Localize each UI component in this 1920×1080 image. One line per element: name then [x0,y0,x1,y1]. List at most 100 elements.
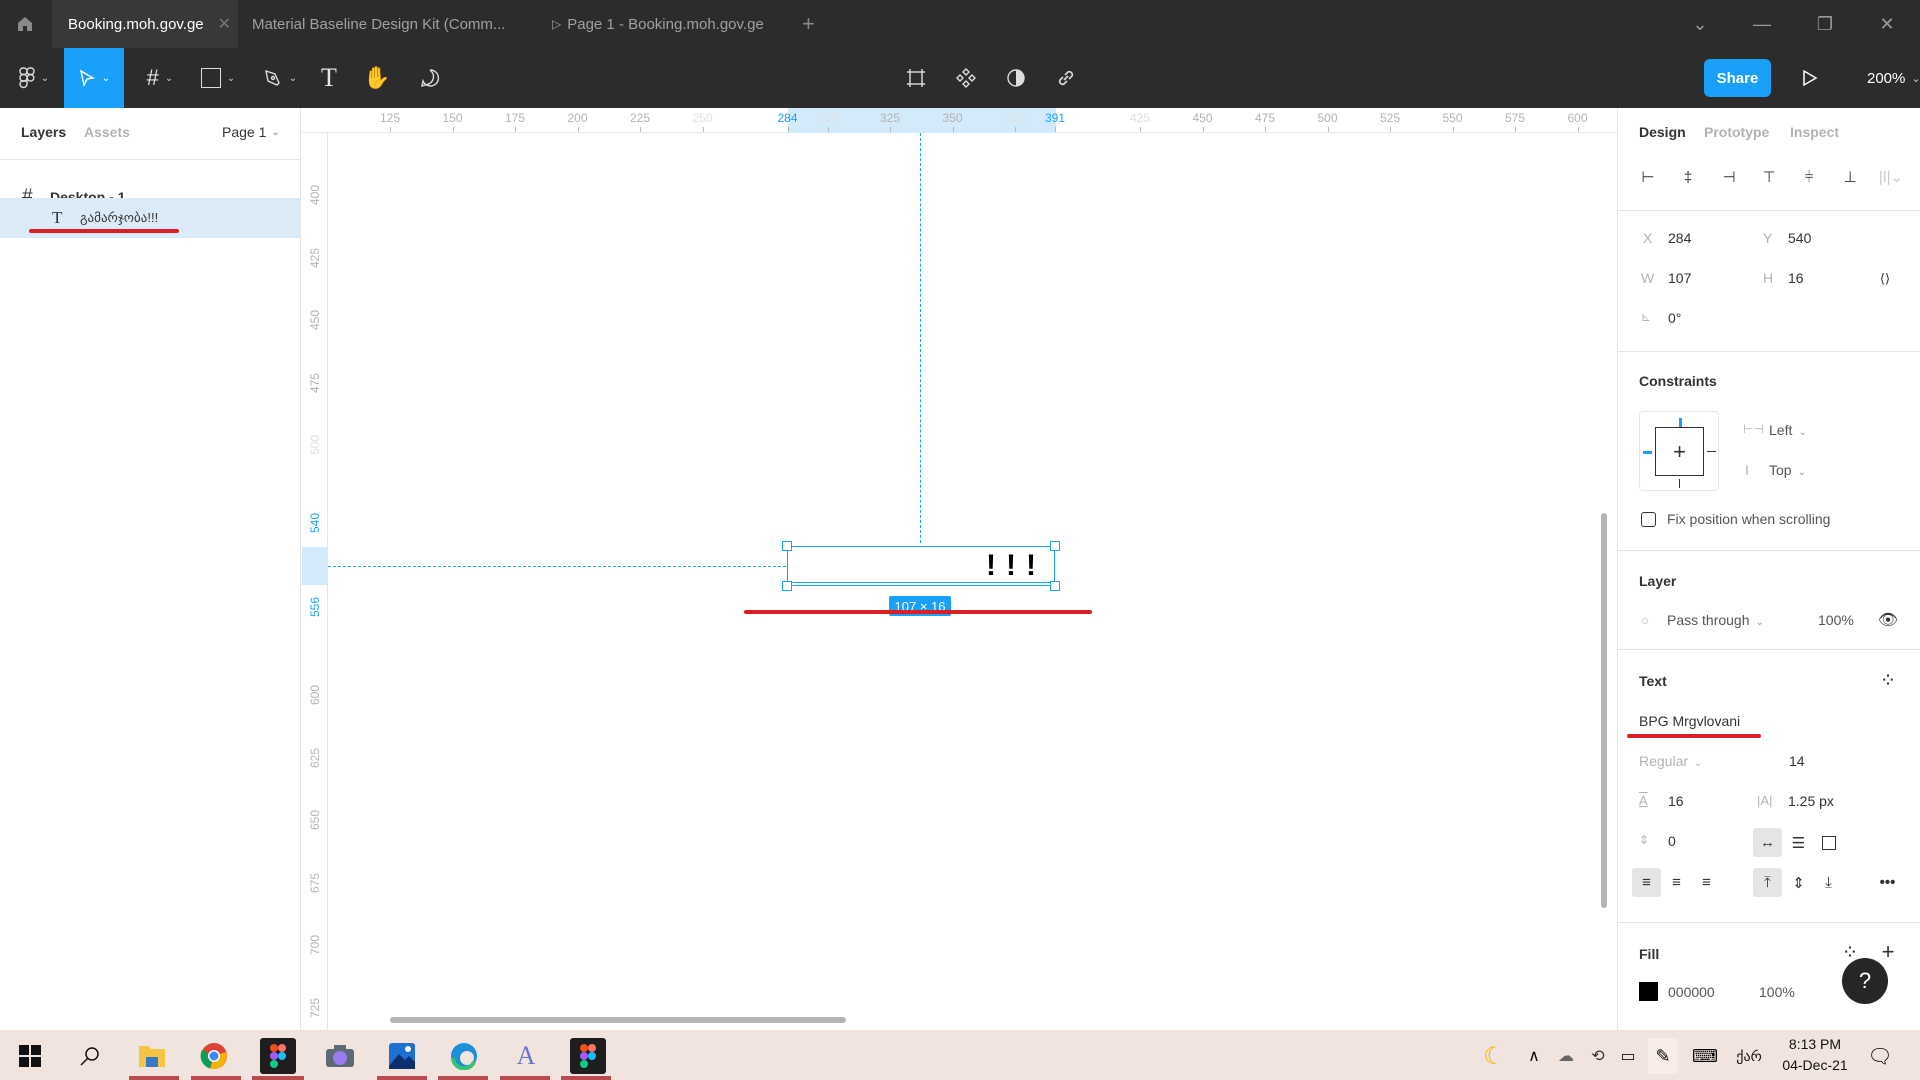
close-tab-icon[interactable]: ✕ [218,14,231,34]
text-align-right-button[interactable]: ≡ [1692,868,1721,897]
shape-tool-button[interactable]: ⌄ [196,48,240,108]
align-text-bottom-button[interactable]: ⤓ [1814,868,1843,897]
align-top-button[interactable]: ⊤ [1758,166,1780,188]
x-input[interactable]: 284 [1668,230,1691,246]
taskbar-edge[interactable] [446,1038,482,1074]
minimize-button[interactable]: — [1732,0,1792,48]
y-input[interactable]: 540 [1788,230,1811,246]
constraint-bottom-off[interactable] [1679,479,1680,488]
zoom-dropdown[interactable]: 200% ⌄ [1867,48,1920,108]
text-tool-button[interactable]: T [315,48,343,108]
clock[interactable]: 8:13 PM 04-Dec-21 [1775,1034,1855,1076]
constraints-widget[interactable]: + [1639,411,1719,491]
align-hcenter-button[interactable]: ‡ [1677,166,1699,188]
horizontal-constraint-dropdown[interactable]: Left ⌄ [1769,422,1807,438]
resize-handle-br[interactable] [1050,581,1060,591]
horizontal-scrollbar[interactable] [390,1017,846,1023]
night-light-icon[interactable]: ☾ [1476,1038,1512,1074]
help-button[interactable]: ? [1842,958,1888,1004]
more-text-options-button[interactable]: ••• [1873,868,1902,897]
fill-hex-input[interactable]: 000000 [1668,984,1715,1000]
create-component-button[interactable] [953,48,979,108]
align-right-button[interactable]: ⊣ [1718,166,1740,188]
comment-tool-button[interactable] [415,48,445,108]
align-bottom-button[interactable]: ⊥ [1839,166,1861,188]
taskbar-figma[interactable] [260,1038,296,1074]
vertical-scrollbar[interactable] [1601,513,1607,908]
tab-material-kit[interactable]: Material Baseline Design Kit (Comm... [252,0,522,48]
auto-height-button[interactable]: ☰ [1784,828,1813,857]
line-height-input[interactable]: 16 [1668,793,1684,809]
align-left-button[interactable]: ⊢ [1637,166,1659,188]
constraint-left-on[interactable] [1643,451,1652,454]
present-button[interactable] [1798,64,1822,92]
taskbar-file-explorer[interactable] [134,1038,170,1074]
width-input[interactable]: 107 [1668,270,1691,286]
constraint-top-on[interactable] [1679,418,1682,427]
tab-inspect[interactable]: Inspect [1790,124,1839,140]
visibility-toggle[interactable]: 👁 [1878,610,1898,630]
page-selector[interactable]: Page 1 ⌄ [222,124,280,140]
distribute-button[interactable]: |ǀ|⌄ [1876,166,1906,188]
rotation-input[interactable]: 0° [1668,310,1681,326]
font-size-input[interactable]: 14 [1789,753,1805,769]
tab-prototype-page[interactable]: ▷ Page 1 - Booking.moh.gov.ge [552,0,812,48]
constrain-proportions-button[interactable]: ⟨⟩ [1877,268,1893,290]
hand-tool-button[interactable]: ✋ [362,48,392,108]
auto-width-button[interactable]: ↔ [1753,828,1782,857]
crop-button[interactable] [903,48,929,108]
fix-position-checkbox[interactable] [1641,512,1656,527]
constraint-right-off[interactable] [1707,451,1716,452]
resize-handle-tr[interactable] [1050,541,1060,551]
text-styles-button[interactable]: ⁘ [1880,672,1896,688]
fill-styles-button[interactable]: ⁘ [1842,944,1858,960]
frame-tool-button[interactable]: # ⌄ [138,48,182,108]
tab-prototype[interactable]: Prototype [1704,124,1769,140]
align-text-top-button[interactable]: ⤒ [1753,868,1782,897]
sync-icon[interactable]: ⟲ [1586,1038,1610,1074]
blend-mode-dropdown[interactable]: Pass through ⌄ [1667,612,1764,628]
fixed-size-button[interactable] [1814,828,1843,857]
taskbar-camera[interactable] [322,1038,358,1074]
pen-workspace-icon[interactable]: ✎ [1648,1038,1678,1074]
letter-spacing-input[interactable]: 1.25 px [1788,793,1834,809]
tab-design[interactable]: Design [1639,124,1686,140]
taskbar-figma-2[interactable] [570,1038,606,1074]
share-button[interactable]: Share [1704,59,1771,97]
resize-handle-bl[interactable] [782,581,792,591]
height-input[interactable]: 16 [1788,270,1804,286]
tab-booking[interactable]: Booking.moh.gov.ge ✕ [52,0,238,48]
add-fill-button[interactable]: + [1878,939,1898,964]
touch-keyboard-icon[interactable]: ⌨ [1688,1038,1722,1074]
taskbar-font-viewer[interactable]: A [508,1038,544,1074]
start-button[interactable] [12,1038,48,1074]
align-text-middle-button[interactable]: ⇕ [1784,868,1813,897]
onedrive-icon[interactable]: ☁ [1554,1038,1578,1074]
battery-icon[interactable]: ▭ [1616,1038,1640,1074]
tabs-dropdown-button[interactable]: ⌄ [1670,0,1730,48]
taskbar-photos[interactable] [384,1038,420,1074]
font-family-dropdown[interactable]: BPG Mrgvlovani [1639,713,1740,729]
home-button[interactable] [0,0,50,48]
design-canvas[interactable]: !!! 107 × 16 [328,133,1617,1030]
action-center-button[interactable]: 🗨 [1862,1038,1898,1074]
fill-opacity-input[interactable]: 100% [1759,984,1795,1000]
resize-handle-tl[interactable] [782,541,792,551]
align-vcenter-button[interactable]: ⫩ [1798,166,1820,188]
vertical-constraint-dropdown[interactable]: Top ⌄ [1769,462,1806,478]
text-align-center-button[interactable]: ≡ [1662,868,1691,897]
layer-opacity-input[interactable]: 100% [1818,612,1854,628]
pen-tool-button[interactable]: ⌄ [258,48,302,108]
paragraph-spacing-input[interactable]: 0 [1668,833,1676,849]
move-tool-button[interactable]: ⌄ [64,48,124,108]
font-weight-dropdown[interactable]: Regular ⌄ [1639,753,1702,769]
input-language-button[interactable]: ქარ [1732,1038,1766,1074]
main-menu-button[interactable]: ⌄ [12,48,56,108]
maximize-button[interactable]: ❐ [1795,0,1855,48]
show-hidden-icons-button[interactable]: ∧ [1522,1038,1546,1074]
new-tab-button[interactable]: + [802,0,826,48]
selected-text-layer[interactable]: !!! [787,546,1055,586]
link-button[interactable] [1053,48,1079,108]
fill-color-swatch[interactable] [1639,982,1658,1001]
text-align-left-button[interactable]: ≡ [1632,868,1661,897]
